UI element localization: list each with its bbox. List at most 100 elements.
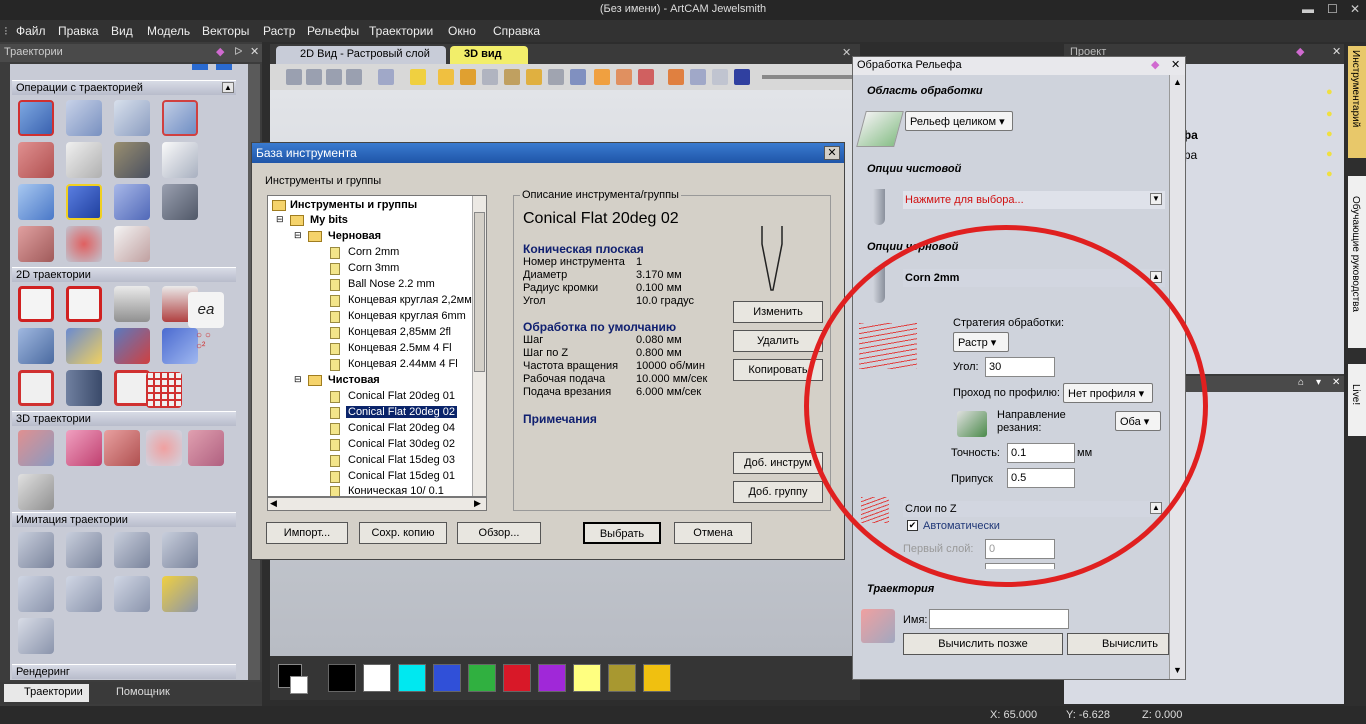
scroll-down-icon[interactable]: ▼	[1173, 665, 1182, 675]
tolerance-input[interactable]: 0.1	[1007, 443, 1075, 463]
clock-icon[interactable]	[712, 69, 728, 85]
relief-shade-icon[interactable]	[438, 69, 454, 85]
tool-view-icon[interactable]	[526, 69, 542, 85]
tool-view-icon[interactable]	[482, 69, 498, 85]
light-icon[interactable]	[410, 69, 426, 85]
menu-window[interactable]: Окно	[448, 24, 476, 38]
toolpath-op-icon[interactable]	[162, 142, 198, 178]
section-toolpath-sim[interactable]: Имитация траектории	[12, 512, 236, 527]
tree-tool[interactable]: Концевая круглая 2,2мм 2f	[348, 294, 484, 306]
tool-view-icon[interactable]	[690, 69, 706, 85]
pin-icon[interactable]: ◆	[1151, 58, 1159, 71]
calc-later-button[interactable]: Вычислить позже	[903, 633, 1063, 655]
toolpath-2d-icon[interactable]	[162, 328, 198, 364]
panel-close-icon[interactable]: ✕	[1332, 45, 1341, 58]
simulation-icon[interactable]	[18, 532, 54, 568]
panel-close-icon[interactable]: ✕	[250, 45, 259, 58]
scroll-thumb[interactable]	[474, 212, 485, 372]
tool-view-icon[interactable]	[734, 69, 750, 85]
tree-tool[interactable]: Conical Flat 15deg 03	[348, 454, 455, 466]
transparency-slider[interactable]	[762, 75, 852, 79]
view-iso-icon[interactable]	[286, 69, 302, 85]
toolpath-op-icon[interactable]	[162, 184, 198, 220]
edit-button[interactable]: Изменить	[733, 301, 823, 323]
color-swatch[interactable]	[538, 664, 566, 692]
tree-tool[interactable]: Концевая 2.5мм 4 Fl	[348, 342, 452, 354]
tool-tree[interactable]: Инструменты и группы ⊟ My bits ⊟ Чернова…	[267, 195, 487, 497]
tree-tool[interactable]: Ball Nose 2.2 mm	[348, 278, 435, 290]
toolpath-3d-icon[interactable]	[18, 430, 54, 466]
simulation-icon[interactable]	[18, 618, 54, 654]
delete-button[interactable]: Удалить	[733, 330, 823, 352]
side-tab-toolbox[interactable]: Инструментарий	[1348, 46, 1366, 158]
toolpath-2d-icon[interactable]	[66, 328, 102, 364]
side-tab-live[interactable]: Live!	[1348, 364, 1366, 436]
scroll-up-icon[interactable]	[192, 64, 208, 70]
menu-toolpaths[interactable]: Траектории	[369, 24, 433, 38]
bulb-icon[interactable]: ●	[1326, 108, 1333, 120]
tool-view-icon[interactable]	[668, 69, 684, 85]
section-3d-toolpaths[interactable]: 3D траектории	[12, 411, 236, 426]
menu-view[interactable]: Вид	[111, 24, 133, 38]
view-top-icon[interactable]	[306, 69, 322, 85]
toolpath-op-icon[interactable]	[114, 100, 150, 136]
color-swatch[interactable]	[608, 664, 636, 692]
axis-icon[interactable]	[460, 69, 476, 85]
engrave-icon[interactable]: ea	[188, 292, 224, 328]
toolpath-2d-icon[interactable]	[66, 286, 102, 322]
strategy-dropdown[interactable]: Растр ▾	[953, 332, 1009, 352]
dock-icon[interactable]: ᐅ	[234, 45, 242, 58]
collapse-icon[interactable]: ⊟	[294, 374, 302, 385]
section-toolpath-ops[interactable]: Операции с траекторией ▲	[12, 80, 236, 95]
tree-rough[interactable]: Черновая	[328, 230, 381, 242]
bulb-icon[interactable]: ●	[1326, 128, 1333, 140]
toolpath-op-icon[interactable]	[18, 100, 54, 136]
tool-view-icon[interactable]	[548, 69, 564, 85]
doc-close-icon[interactable]: ✕	[842, 46, 851, 59]
tree-tool[interactable]: Conical Flat 30deg 02	[348, 438, 455, 450]
toolpath-op-icon[interactable]	[114, 142, 150, 178]
tab-toolpaths[interactable]: Траектории	[4, 684, 89, 702]
angle-input[interactable]: 30	[985, 357, 1055, 377]
toolpath-3d-icon[interactable]	[188, 430, 224, 466]
zlayers-header[interactable]: Слои по Z ▲	[903, 501, 1165, 517]
scroll-right-icon[interactable]: ▶	[474, 498, 481, 509]
direction-dropdown[interactable]: Оба ▾	[1115, 411, 1161, 431]
tree-vscrollbar[interactable]	[472, 196, 486, 496]
menu-help[interactable]: Справка	[493, 24, 540, 38]
tree-tool[interactable]: Corn 3mm	[348, 262, 399, 274]
simulation-icon[interactable]	[114, 576, 150, 612]
section-2d-toolpaths[interactable]: 2D траектории	[12, 267, 236, 282]
toolpath-op-icon[interactable]	[18, 142, 54, 178]
scroll-down-icon[interactable]	[216, 64, 232, 70]
simulation-icon[interactable]	[66, 532, 102, 568]
tree-root[interactable]: Инструменты и группы	[290, 199, 417, 211]
zoom-toolpath-icon[interactable]	[18, 474, 54, 510]
tree-hscrollbar[interactable]: ◀ ▶	[267, 497, 487, 511]
color-swatch[interactable]	[398, 664, 426, 692]
copy-button[interactable]: Копировать	[733, 359, 823, 381]
toolpath-2d-icon[interactable]	[18, 370, 54, 406]
toolpath-op-icon[interactable]	[66, 142, 102, 178]
toolpath-2d-icon[interactable]	[114, 286, 150, 322]
simulation-icon[interactable]	[162, 532, 198, 568]
collapse-icon[interactable]: ▲	[1150, 502, 1162, 514]
pin-icon[interactable]: ◆	[1296, 45, 1304, 58]
tool-view-icon[interactable]	[570, 69, 586, 85]
toolpath-op-icon[interactable]	[66, 184, 102, 220]
toolpath-3d-icon[interactable]	[146, 430, 182, 466]
tab-assistant[interactable]: Помощник	[98, 684, 176, 702]
collapse-icon[interactable]: ⊟	[294, 230, 302, 241]
expand-icon[interactable]: ▼	[1150, 193, 1162, 205]
first-layer-input[interactable]: 0	[985, 539, 1055, 559]
view-front-icon[interactable]	[326, 69, 342, 85]
toolpath-2d-icon[interactable]	[66, 370, 102, 406]
add-group-button[interactable]: Доб. группу	[733, 481, 823, 503]
simulation-icon[interactable]	[162, 576, 198, 612]
bulb-icon[interactable]: ●	[1326, 168, 1333, 180]
toolpath-op-icon[interactable]	[66, 100, 102, 136]
side-tab-tutorials[interactable]: Обучающие руководства	[1348, 176, 1366, 348]
profile-dropdown[interactable]: Нет профиля ▾	[1063, 383, 1153, 403]
tree-tool[interactable]: Conical Flat 15deg 01	[348, 470, 455, 482]
simulation-icon[interactable]	[114, 532, 150, 568]
